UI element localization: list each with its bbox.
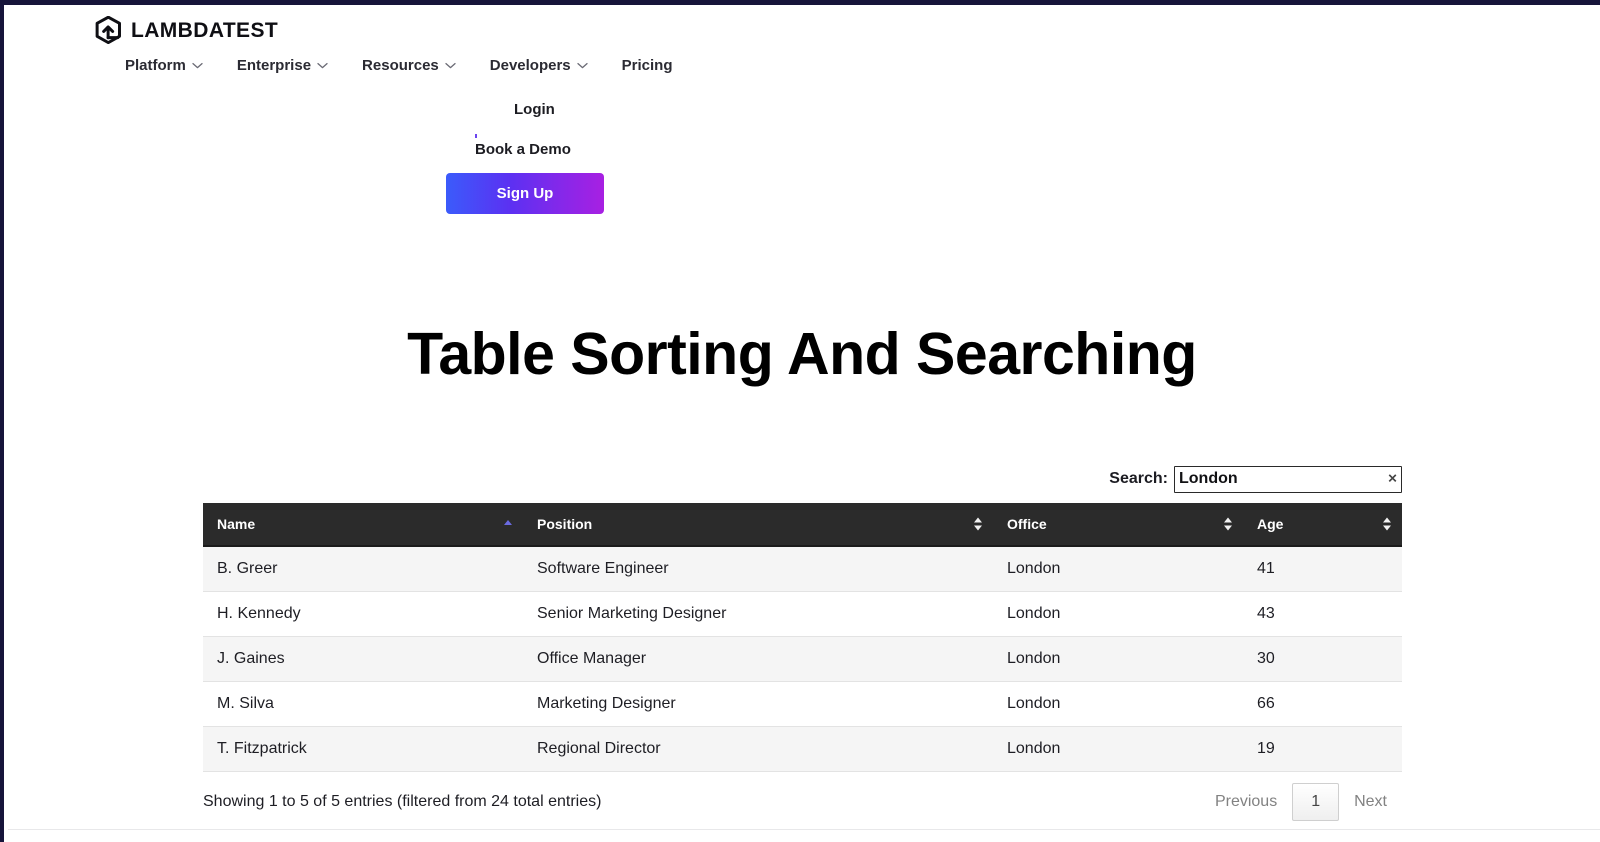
cell-office: London <box>993 682 1243 727</box>
cell-position: Marketing Designer <box>523 682 993 727</box>
column-header-name[interactable]: Name <box>203 503 523 546</box>
nav-item-enterprise[interactable]: Enterprise <box>220 57 345 74</box>
table-row[interactable]: T. Fitzpatrick Regional Director London … <box>203 727 1402 772</box>
book-a-demo-link[interactable]: Book a Demo <box>475 141 571 158</box>
nav-item-resources[interactable]: Resources <box>345 57 473 74</box>
search-label: Search: <box>1109 470 1168 488</box>
chevron-down-icon <box>445 62 456 69</box>
search-row: Search: ✕ <box>203 460 1402 498</box>
cell-name: M. Silva <box>203 682 523 727</box>
cell-name: J. Gaines <box>203 637 523 682</box>
sort-both-icon <box>973 517 983 531</box>
column-header-label: Name <box>217 516 255 532</box>
column-header-label: Office <box>1007 516 1047 532</box>
pagination-previous-button[interactable]: Previous <box>1200 783 1292 821</box>
data-table: Name Position <box>203 503 1402 772</box>
chevron-down-icon <box>577 62 588 69</box>
brand-logo[interactable]: LAMBDATEST <box>95 16 278 44</box>
cell-position: Software Engineer <box>523 546 993 592</box>
lambdatest-hexagon-arrow-logo-icon <box>95 16 122 44</box>
cell-office: London <box>993 727 1243 772</box>
close-x-icon[interactable]: ✕ <box>1387 474 1398 485</box>
column-header-office[interactable]: Office <box>993 503 1243 546</box>
table-header-row: Name Position <box>203 503 1402 546</box>
cell-age: 30 <box>1243 637 1402 682</box>
table-footer: Showing 1 to 5 of 5 entries (filtered fr… <box>203 778 1402 826</box>
pagination: Previous 1 Next <box>1200 783 1402 821</box>
table-head: Name Position <box>203 503 1402 546</box>
page-body: LAMBDATEST Platform Enterprise Resources <box>4 5 1600 842</box>
table-row[interactable]: H. Kennedy Senior Marketing Designer Lon… <box>203 592 1402 637</box>
cell-position: Office Manager <box>523 637 993 682</box>
cell-office: London <box>993 592 1243 637</box>
book-demo-dot <box>475 134 477 138</box>
cell-office: London <box>993 637 1243 682</box>
table-body: B. Greer Software Engineer London 41 H. … <box>203 546 1402 772</box>
nav-item-label: Developers <box>490 57 571 74</box>
column-header-label: Age <box>1257 516 1283 532</box>
sort-both-icon <box>1223 517 1233 531</box>
chevron-down-icon <box>317 62 328 69</box>
nav-item-pricing[interactable]: Pricing <box>605 57 690 74</box>
table-block: Search: ✕ Name <box>203 460 1402 826</box>
primary-nav: Platform Enterprise Resources Developers <box>108 57 690 74</box>
cell-office: London <box>993 546 1243 592</box>
nav-item-label: Platform <box>125 57 186 74</box>
column-header-label: Position <box>537 516 592 532</box>
login-link[interactable]: Login <box>514 101 555 118</box>
sign-up-button[interactable]: Sign Up <box>446 173 604 214</box>
chevron-down-icon <box>192 62 203 69</box>
nav-item-platform[interactable]: Platform <box>108 57 220 74</box>
nav-item-label: Enterprise <box>237 57 311 74</box>
site-header: LAMBDATEST Platform Enterprise Resources <box>4 5 1600 230</box>
search-input[interactable] <box>1174 466 1402 493</box>
brand-name: LAMBDATEST <box>131 20 278 41</box>
cell-name: B. Greer <box>203 546 523 592</box>
cell-position: Regional Director <box>523 727 993 772</box>
pagination-page-1-button[interactable]: 1 <box>1292 783 1339 821</box>
column-header-age[interactable]: Age <box>1243 503 1402 546</box>
column-header-position[interactable]: Position <box>523 503 993 546</box>
nav-item-developers[interactable]: Developers <box>473 57 605 74</box>
page-bottom-rule <box>8 829 1600 830</box>
cell-name: T. Fitzpatrick <box>203 727 523 772</box>
cell-age: 66 <box>1243 682 1402 727</box>
cell-age: 43 <box>1243 592 1402 637</box>
sort-both-icon <box>1382 517 1392 531</box>
cell-name: H. Kennedy <box>203 592 523 637</box>
cell-age: 41 <box>1243 546 1402 592</box>
entries-info: Showing 1 to 5 of 5 entries (filtered fr… <box>203 793 601 811</box>
nav-item-label: Pricing <box>622 57 673 74</box>
table-row[interactable]: B. Greer Software Engineer London 41 <box>203 546 1402 592</box>
page-title: Table Sorting And Searching <box>4 322 1600 387</box>
nav-item-label: Resources <box>362 57 439 74</box>
sort-ascending-icon <box>503 517 513 531</box>
table-row[interactable]: M. Silva Marketing Designer London 66 <box>203 682 1402 727</box>
search-field-wrap: ✕ <box>1174 466 1402 493</box>
pagination-next-button[interactable]: Next <box>1339 783 1402 821</box>
table-row[interactable]: J. Gaines Office Manager London 30 <box>203 637 1402 682</box>
cell-position: Senior Marketing Designer <box>523 592 993 637</box>
cell-age: 19 <box>1243 727 1402 772</box>
